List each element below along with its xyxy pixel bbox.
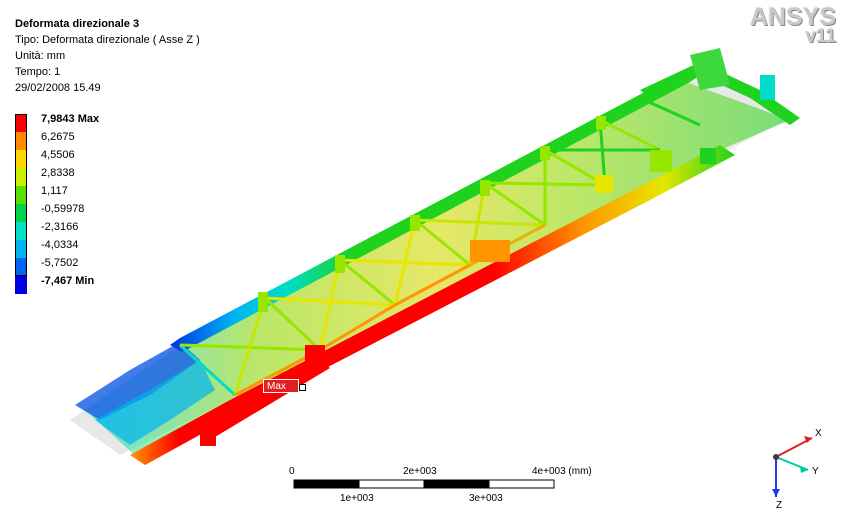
legend-value: -2,3166 — [41, 221, 79, 233]
legend-value: 2,8338 — [41, 167, 75, 179]
legend-swatch — [15, 186, 27, 204]
legend-value: 4,5506 — [41, 149, 75, 161]
legend-swatch — [15, 168, 27, 186]
scale-label-2e3: 2e+003 — [403, 466, 437, 477]
legend-row: -4,0334 — [15, 239, 145, 258]
legend-swatch — [15, 204, 27, 222]
scale-label-0: 0 — [289, 466, 295, 477]
axis-y-label: Y — [812, 466, 819, 477]
legend-row: -2,3166 — [15, 221, 145, 240]
axis-x-label: X — [815, 428, 822, 439]
axis-triad — [772, 436, 813, 497]
max-probe-point[interactable] — [299, 384, 306, 391]
legend-row: -0,59978 — [15, 203, 145, 222]
legend-value: -4,0334 — [41, 239, 79, 251]
result-time: Tempo: 1 — [15, 66, 61, 78]
result-title: Deformata direzionale 3 — [15, 18, 140, 30]
axis-z-label: Z — [776, 500, 783, 511]
legend-row: 4,5506 — [15, 149, 145, 168]
legend-row: -7,467 Min — [15, 275, 145, 294]
legend-value: -5,7502 — [41, 257, 79, 269]
legend-swatch — [15, 240, 27, 258]
model-viewport[interactable]: Deformata direzionale 3 Tipo: Deformata … — [0, 0, 848, 523]
legend-swatch — [15, 132, 27, 150]
scale-bar-graphic — [293, 479, 555, 489]
bottom-rail — [130, 145, 735, 465]
legend-swatch — [15, 222, 27, 240]
legend-value: -0,59978 — [41, 203, 85, 215]
legend-row: -5,7502 — [15, 257, 145, 276]
legend-swatch — [15, 114, 27, 132]
scale-label-1e3: 1e+003 — [340, 493, 374, 504]
result-type: Tipo: Deformata direzionale ( Asse Z ) — [15, 34, 200, 46]
max-probe-label[interactable]: Max — [263, 379, 299, 393]
legend-row: 7,9843 Max — [15, 113, 145, 132]
legend-value: 1,117 — [41, 185, 68, 197]
legend-value: 6,2675 — [41, 131, 75, 143]
result-date: 29/02/2008 15.49 — [15, 82, 101, 94]
result-info: Deformata direzionale 3 Tipo: Deformata … — [15, 16, 200, 96]
legend-swatch — [15, 258, 27, 276]
legend-value: 7,9843 Max — [41, 113, 100, 125]
legend-row: 1,117 — [15, 185, 145, 204]
legend-row: 6,2675 — [15, 131, 145, 150]
scale-label-4e3: 4e+003 (mm) — [532, 466, 592, 477]
result-unit: Unità: mm — [15, 50, 66, 62]
legend-row: 2,8338 — [15, 167, 145, 186]
legend-swatch — [15, 276, 27, 294]
legend-swatch — [15, 150, 27, 168]
ansys-logo: ANSYS v11 — [750, 4, 836, 46]
scale-label-3e3: 3e+003 — [469, 493, 503, 504]
legend-value: -7,467 Min — [41, 275, 95, 287]
